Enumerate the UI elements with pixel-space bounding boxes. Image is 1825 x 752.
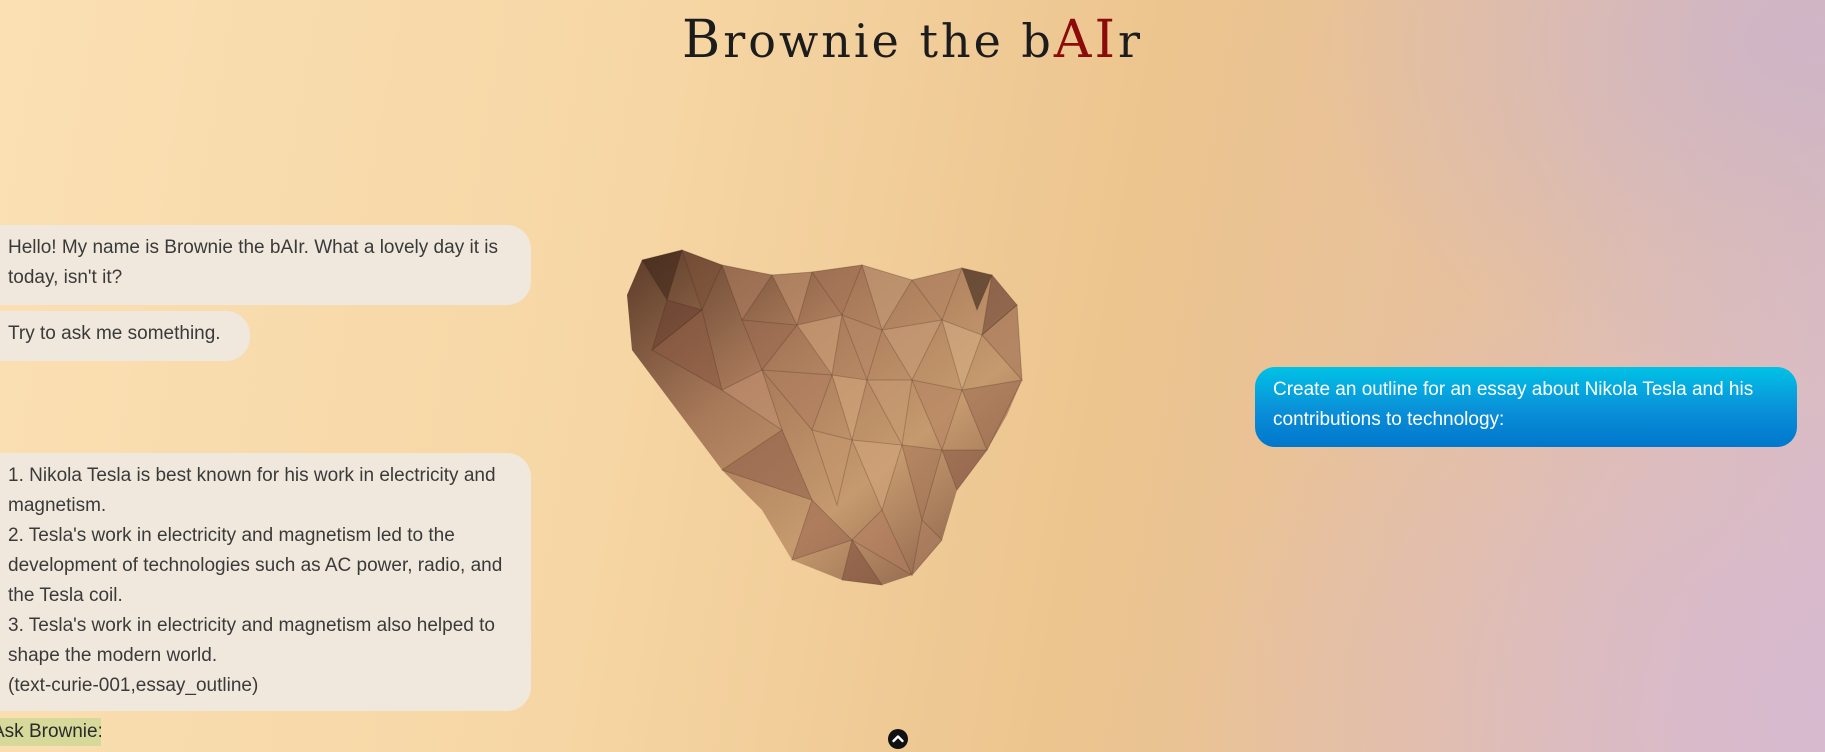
reply-line: 3. Tesla's work in electricity and magne… bbox=[8, 615, 495, 666]
reply-line: 1. Nikola Tesla is best known for his wo… bbox=[8, 465, 496, 516]
bear-model[interactable] bbox=[612, 240, 1062, 660]
title-initial: B bbox=[682, 10, 724, 70]
chevron-up-circle-icon bbox=[892, 735, 904, 743]
bot-message: Hello! My name is Brownie the bAIr. What… bbox=[0, 225, 531, 305]
ask-label-text: Ask Brownie: bbox=[0, 721, 101, 742]
page-title: Brownie the bAIr bbox=[0, 10, 1825, 71]
bear-head-icon bbox=[627, 249, 1023, 586]
title-middle: rownie the b bbox=[723, 14, 1054, 68]
bot-message: Try to ask me something. bbox=[0, 311, 250, 361]
title-end: r bbox=[1117, 14, 1143, 68]
bot-reply: 1. Nikola Tesla is best known for his wo… bbox=[0, 453, 531, 711]
reply-line: 2. Tesla's work in electricity and magne… bbox=[8, 525, 503, 606]
title-ai: AI bbox=[1053, 10, 1118, 70]
user-message: Create an outline for an essay about Nik… bbox=[1255, 367, 1797, 447]
scroll-up-button[interactable] bbox=[888, 729, 908, 749]
reply-line: (text-curie-001,essay_outline) bbox=[8, 675, 259, 696]
ask-brownie-label[interactable]: Ask Brownie: bbox=[0, 718, 101, 746]
